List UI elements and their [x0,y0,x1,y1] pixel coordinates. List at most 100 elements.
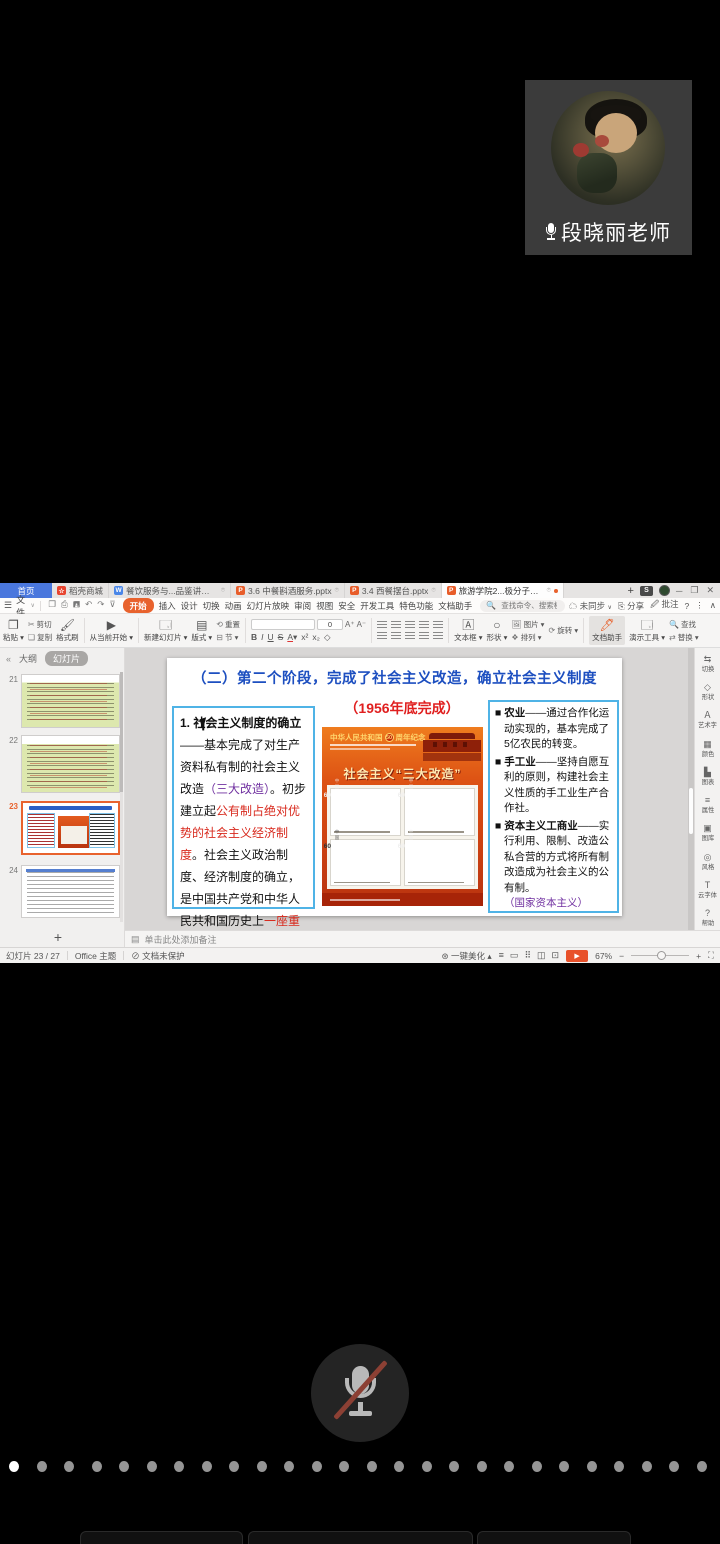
print-icon[interactable]: ⎙ [61,599,68,613]
search-box[interactable]: 🔍 [480,600,564,612]
menu-切换[interactable]: 切换 [203,600,220,612]
find-button[interactable]: 🔍 查找 [669,619,699,630]
mute-mic-button[interactable] [311,1344,409,1442]
zoom-in-button[interactable]: + [696,951,701,961]
menu-动画[interactable]: 动画 [225,600,242,612]
restore-button[interactable]: ❐ [690,585,698,596]
panel-shapes[interactable]: ◇形状 [701,682,715,702]
cut-button[interactable]: ✂ 剪切 [28,619,52,630]
tab-outline[interactable]: 大纲 [19,652,37,665]
menu-文档助手[interactable]: 文档助手 [438,600,472,612]
increase-font-icon[interactable]: A⁺ [345,620,355,629]
section-button[interactable]: ⊟ 节 ▾ [216,632,240,643]
tab-6[interactable]: P旅游学院2...极分子培训⌾ [442,583,564,598]
pager-dot-0[interactable] [9,1461,19,1472]
pager-dot-21[interactable] [587,1461,597,1472]
tab-5[interactable]: P3.4 西餐摆台.pptx⌾ [345,583,442,598]
rotate-button[interactable]: ⟳ 旋转 ▾ [548,625,578,636]
slide-thumbnail-21[interactable]: 21 [4,674,120,728]
pager-dot-4[interactable] [119,1461,129,1472]
menu-开发工具[interactable]: 开发工具 [360,600,394,612]
file-caret-icon[interactable]: ∨ [30,602,34,609]
pager-dot-8[interactable] [229,1461,239,1472]
pager-dot-10[interactable] [284,1461,294,1472]
panel-transition[interactable]: ⇆切换 [701,654,715,674]
share-button[interactable]: ⎘ 分享 [618,600,644,612]
font-size-input[interactable]: 0 [317,619,343,630]
paragraph-tools[interactable] [377,616,443,645]
panel-wordart[interactable]: Ａ艺术字 [697,710,718,730]
pager-dot-17[interactable] [477,1461,487,1472]
new-tab-button[interactable]: + [628,585,634,597]
close-button[interactable]: ✕ [706,585,714,596]
slide-thumbnail-22[interactable]: 22 [4,735,120,793]
zoom-level[interactable]: 67% [595,951,612,961]
menu-特色功能[interactable]: 特色功能 [399,600,433,612]
doc-assistant-button[interactable]: 🖊文档助手 [589,616,625,645]
member-badge[interactable]: S [640,586,653,596]
tab-3[interactable]: W餐饮服务与...品鉴讲解改⌾ [109,583,231,598]
comment-button[interactable]: 🖉 批注 [650,598,678,613]
pager-dot-2[interactable] [64,1461,74,1472]
pager-dot-12[interactable] [339,1461,349,1472]
textbox-button[interactable]: 🄰文本框 ▾ [454,616,482,645]
pager-dot-19[interactable] [532,1461,542,1472]
overflow-icon[interactable]: ⋮ [695,600,704,611]
pager-dot-23[interactable] [642,1461,652,1472]
sorter-view-icon[interactable]: ⠿ [524,950,531,961]
notes-toggle-icon[interactable]: ≡ [499,950,504,961]
normal-view-icon[interactable]: ▭ [510,950,519,961]
pager-dot-22[interactable] [614,1461,624,1472]
menu-插入[interactable]: 插入 [159,600,176,612]
slideshow-view-icon[interactable]: ⊡ [552,950,560,961]
pager-dot-1[interactable] [37,1461,47,1472]
panel-scrollbar[interactable] [120,672,123,922]
panel-help[interactable]: ?帮助 [701,908,715,928]
panel-colors[interactable]: ▦颜色 [701,739,715,759]
sync-status[interactable]: ☁ 未同步 ∨ [569,600,612,612]
new-slide-button[interactable]: 🗔新建幻灯片 ▾ [144,616,187,645]
play-from-current-button[interactable]: ▶从当前开始 ▾ [90,616,133,645]
pager-dot-9[interactable] [257,1461,267,1472]
beautify-button[interactable]: ⊛ 一键美化 ▴ [442,950,492,962]
read-view-icon[interactable]: ◫ [537,950,546,961]
save-icon[interactable]: 🖪 [73,599,80,613]
copy-button[interactable]: ❏ 复制 [28,632,52,643]
teacher-video-tile[interactable]: 段晓丽老师 [525,80,692,255]
menu-安全[interactable]: 安全 [338,600,355,612]
pager-dot-6[interactable] [174,1461,184,1472]
pager-dot-20[interactable] [559,1461,569,1472]
zoom-out-button[interactable]: − [619,951,624,961]
paste-button[interactable]: ❐粘贴 ▾ [3,616,24,645]
bold-button[interactable]: B [251,632,257,642]
fit-screen-icon[interactable]: ⛶ [708,950,714,961]
layout-button[interactable]: ▤版式 ▾ [191,616,212,645]
tab-pin-icon[interactable]: ⌾ [221,587,225,595]
reset-button[interactable]: ⟲ 重置 [216,619,240,630]
account-avatar[interactable] [659,585,670,596]
undo-icon[interactable]: ↶ [85,599,92,613]
pager-dot-11[interactable] [312,1461,322,1472]
slideshow-play-button[interactable]: ▶ [566,950,588,962]
pager-dot-15[interactable] [422,1461,432,1472]
pager-dot-5[interactable] [147,1461,157,1472]
tab-4[interactable]: P3.6 中餐斟酒服务.pptx⌾ [231,583,345,598]
search-input[interactable] [499,600,558,611]
panel-gallery[interactable]: ▣图库 [701,823,715,843]
tab-pin-icon[interactable]: ⌾ [547,587,551,595]
present-tools-button[interactable]: 🗔演示工具 ▾ [629,616,665,645]
tab-2[interactable]: ☆稻壳商城 [52,583,109,598]
minimize-button[interactable]: ─ [676,586,682,596]
menu-审阅[interactable]: 审阅 [294,600,311,612]
notes-bar[interactable]: ▤ 单击此处添加备注 [125,930,720,947]
slide-right-textbox[interactable]: ■ 农业——通过合作化运动实现的，基本完成了5亿农民的转变。■ 手工业——坚持自… [488,700,619,913]
current-slide[interactable]: （二）第二个阶段，完成了社会主义改造，确立社会主义制度 1. 社会主义制度的确立… [167,658,622,916]
superscript-icon[interactable]: x² [301,632,308,642]
font-color-icon[interactable]: A▾ [287,632,297,643]
shape-button[interactable]: ○形状 ▾ [486,616,507,645]
tab-slides[interactable]: 幻灯片 [45,651,88,666]
pager-dot-16[interactable] [449,1461,459,1472]
pager-dot-18[interactable] [504,1461,514,1472]
redo-icon[interactable]: ↷ [97,599,104,613]
pager-dot-3[interactable] [92,1461,102,1472]
